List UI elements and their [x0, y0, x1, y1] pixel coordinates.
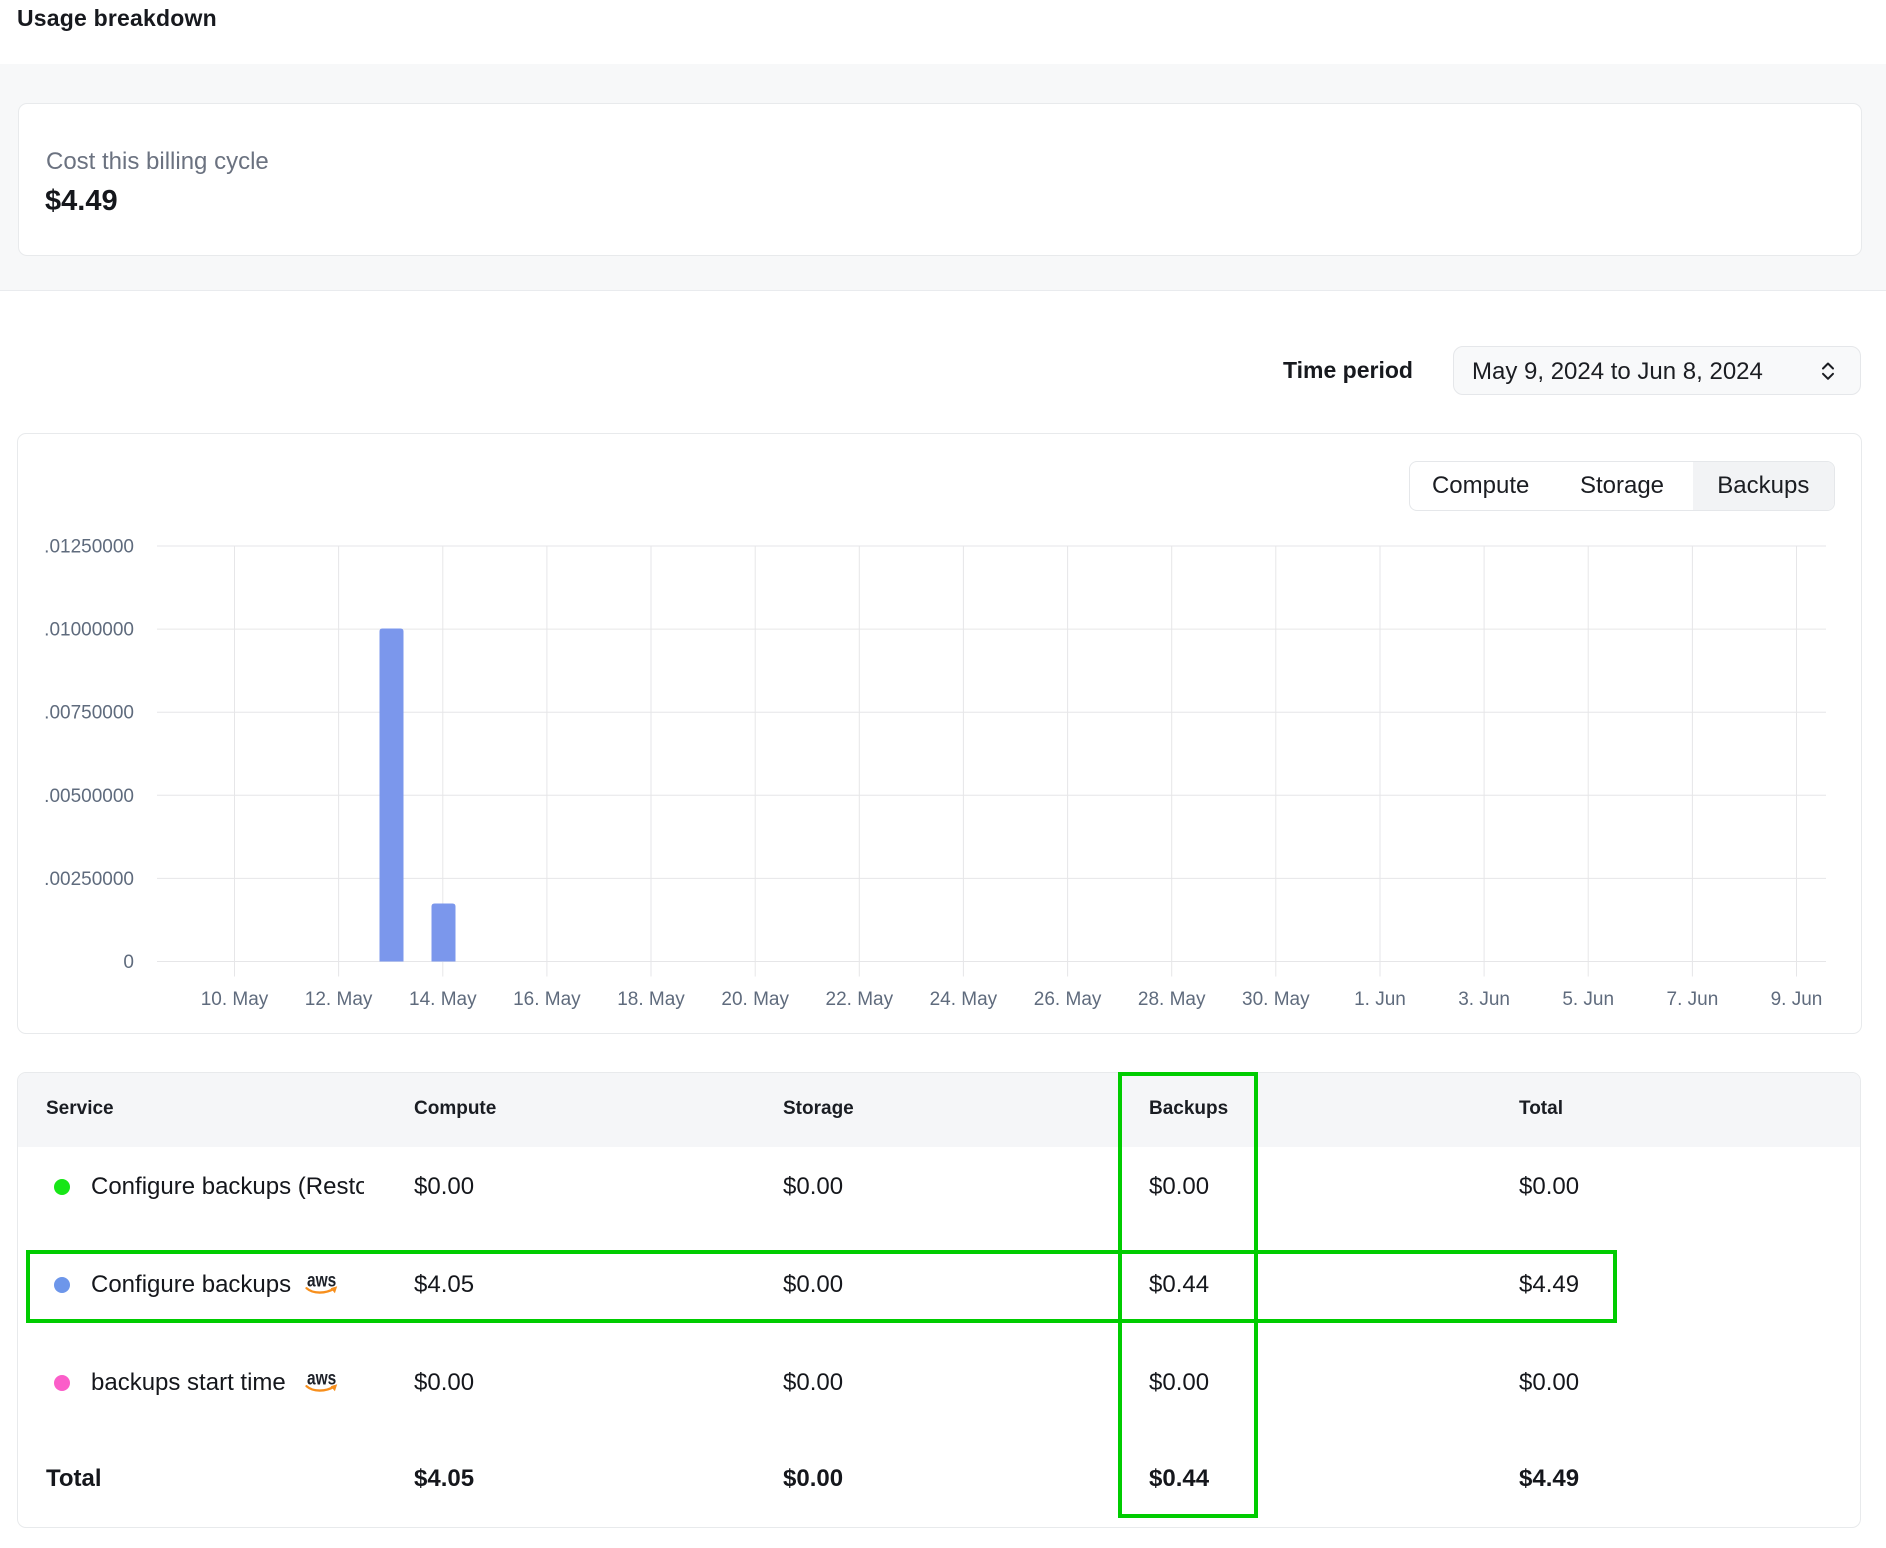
- svg-text:12. May: 12. May: [305, 989, 373, 1010]
- svg-text:5. Jun: 5. Jun: [1562, 989, 1614, 1010]
- svg-text:28. May: 28. May: [1138, 989, 1206, 1010]
- svg-text:30. May: 30. May: [1242, 989, 1310, 1010]
- svg-text:3. Jun: 3. Jun: [1458, 989, 1510, 1010]
- svg-text:20. May: 20. May: [721, 989, 789, 1010]
- svg-text:1. Jun: 1. Jun: [1354, 989, 1406, 1010]
- svg-text:9. Jun: 9. Jun: [1771, 989, 1823, 1010]
- svg-text:22. May: 22. May: [826, 989, 894, 1010]
- svg-text:.00750000: .00750000: [44, 703, 134, 724]
- svg-text:14. May: 14. May: [409, 989, 477, 1010]
- svg-text:.00500000: .00500000: [44, 786, 134, 807]
- svg-text:10. May: 10. May: [201, 989, 269, 1010]
- svg-text:.01000000: .01000000: [44, 620, 134, 641]
- svg-text:26. May: 26. May: [1034, 989, 1102, 1010]
- svg-text:24. May: 24. May: [930, 989, 998, 1010]
- svg-text:.01250000: .01250000: [44, 537, 134, 558]
- svg-text:7. Jun: 7. Jun: [1667, 989, 1719, 1010]
- svg-text:18. May: 18. May: [617, 989, 685, 1010]
- svg-text:0: 0: [123, 952, 134, 973]
- svg-text:16. May: 16. May: [513, 989, 581, 1010]
- svg-text:.00250000: .00250000: [44, 869, 134, 890]
